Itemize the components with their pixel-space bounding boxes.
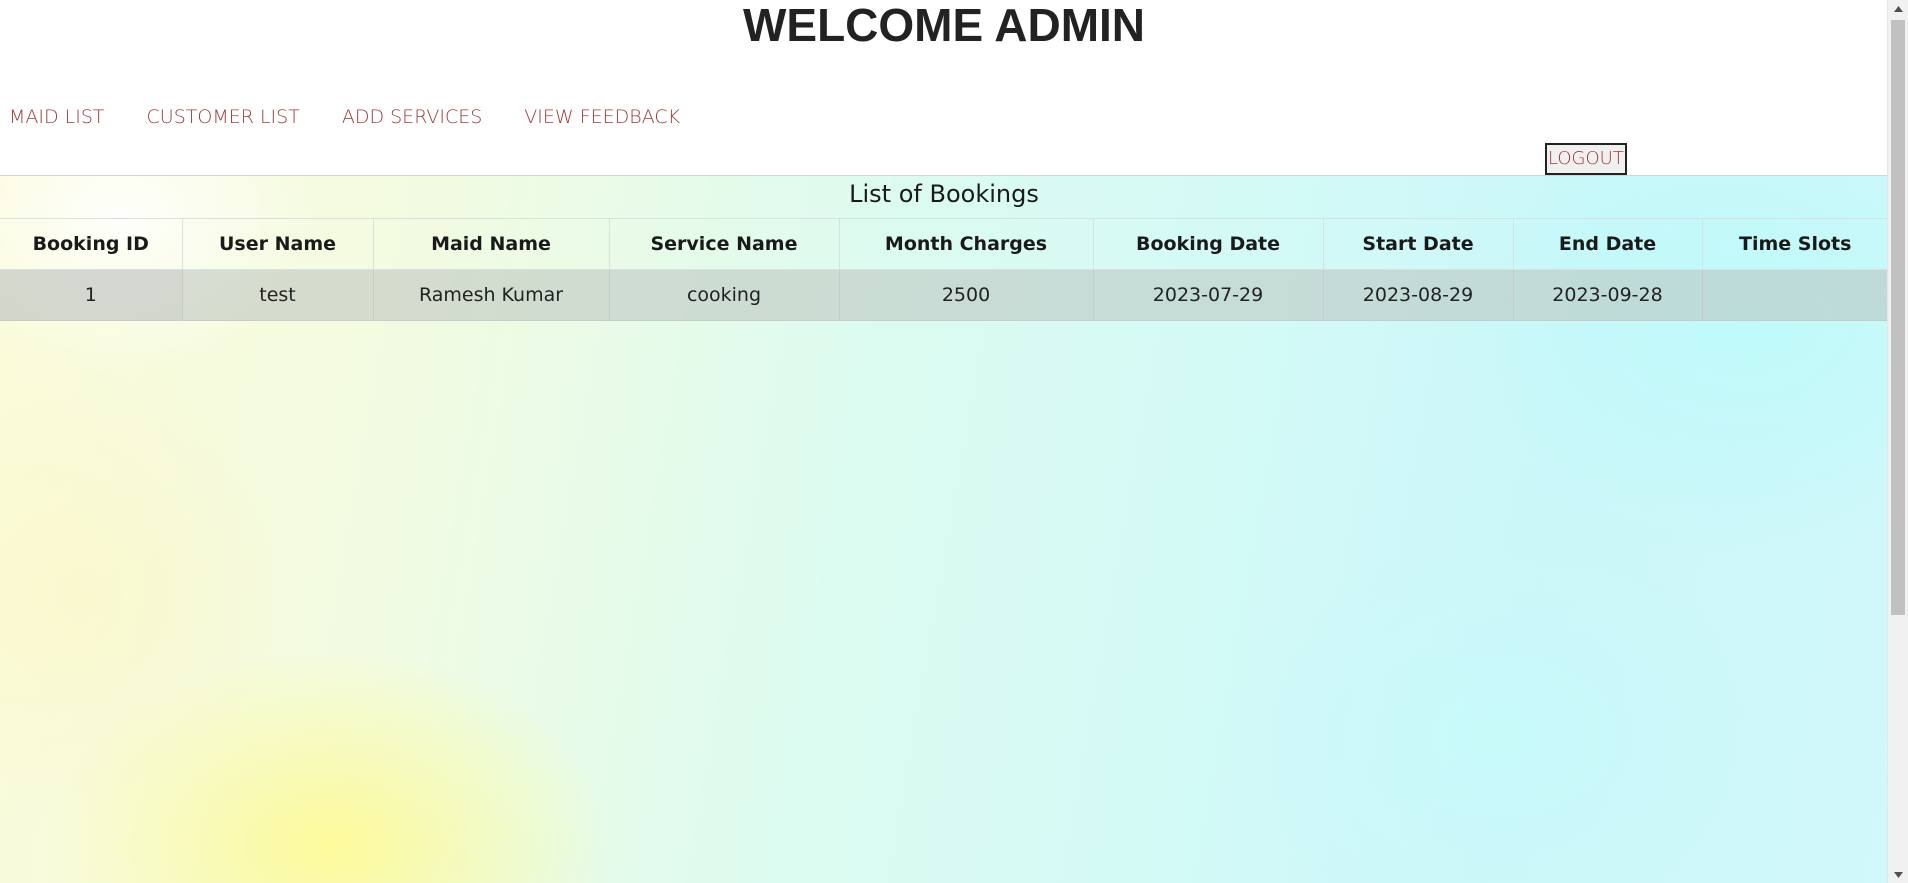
cell-end-date: 2023-09-28 xyxy=(1513,269,1703,321)
column-header-user-name[interactable]: User Name xyxy=(182,218,374,270)
table-body: 1 test Ramesh Kumar cooking 2500 2023-07… xyxy=(0,269,1888,321)
cell-user-name: test xyxy=(182,269,374,321)
column-header-month-charges[interactable]: Month Charges xyxy=(839,218,1094,270)
header-row: Booking ID User Name Maid Name Service N… xyxy=(0,218,1888,270)
cell-maid-name: Ramesh Kumar xyxy=(373,269,610,321)
nav-add-services[interactable]: ADD SERVICES xyxy=(342,106,482,128)
cell-service-name: cooking xyxy=(609,269,840,321)
table-header: Booking ID User Name Maid Name Service N… xyxy=(0,218,1888,270)
column-header-maid-name[interactable]: Maid Name xyxy=(373,218,610,270)
bookings-title: List of Bookings xyxy=(849,180,1039,208)
column-header-booking-date[interactable]: Booking Date xyxy=(1093,218,1324,270)
column-header-time-slots[interactable]: Time Slots xyxy=(1702,218,1888,270)
cell-booking-id: 1 xyxy=(0,269,183,321)
column-header-end-date[interactable]: End Date xyxy=(1513,218,1703,270)
logout-button[interactable]: LOGOUT xyxy=(1545,143,1627,175)
header: WELCOME ADMIN MAID LIST CUSTOMER LIST AD… xyxy=(0,0,1888,175)
page: WELCOME ADMIN MAID LIST CUSTOMER LIST AD… xyxy=(0,0,1908,883)
scroll-down-arrow-icon[interactable] xyxy=(1888,866,1908,883)
nav-customer-list[interactable]: CUSTOMER LIST xyxy=(147,106,300,128)
vertical-scrollbar[interactable] xyxy=(1887,0,1908,883)
cell-time-slots xyxy=(1702,269,1888,321)
column-header-start-date[interactable]: Start Date xyxy=(1323,218,1514,270)
scroll-up-arrow-icon[interactable] xyxy=(1888,0,1908,17)
bookings-table: Booking ID User Name Maid Name Service N… xyxy=(0,218,1888,321)
page-title: WELCOME ADMIN xyxy=(742,0,1146,51)
column-header-booking-id[interactable]: Booking ID xyxy=(0,218,183,270)
scrollbar-thumb[interactable] xyxy=(1891,20,1905,615)
cell-month-charges: 2500 xyxy=(839,269,1094,321)
cell-start-date: 2023-08-29 xyxy=(1323,269,1514,321)
nav-maid-list[interactable]: MAID LIST xyxy=(9,106,105,128)
column-header-service-name[interactable]: Service Name xyxy=(609,218,840,270)
cell-booking-date: 2023-07-29 xyxy=(1093,269,1324,321)
main-nav: MAID LIST CUSTOMER LIST ADD SERVICES VIE… xyxy=(9,106,680,128)
browser-viewport: WELCOME ADMIN MAID LIST CUSTOMER LIST AD… xyxy=(0,0,1888,883)
table-row[interactable]: 1 test Ramesh Kumar cooking 2500 2023-07… xyxy=(0,269,1888,321)
bookings-section: List of Bookings Booking ID User Name Ma… xyxy=(0,175,1888,883)
nav-view-feedback[interactable]: VIEW FEEDBACK xyxy=(524,106,680,128)
